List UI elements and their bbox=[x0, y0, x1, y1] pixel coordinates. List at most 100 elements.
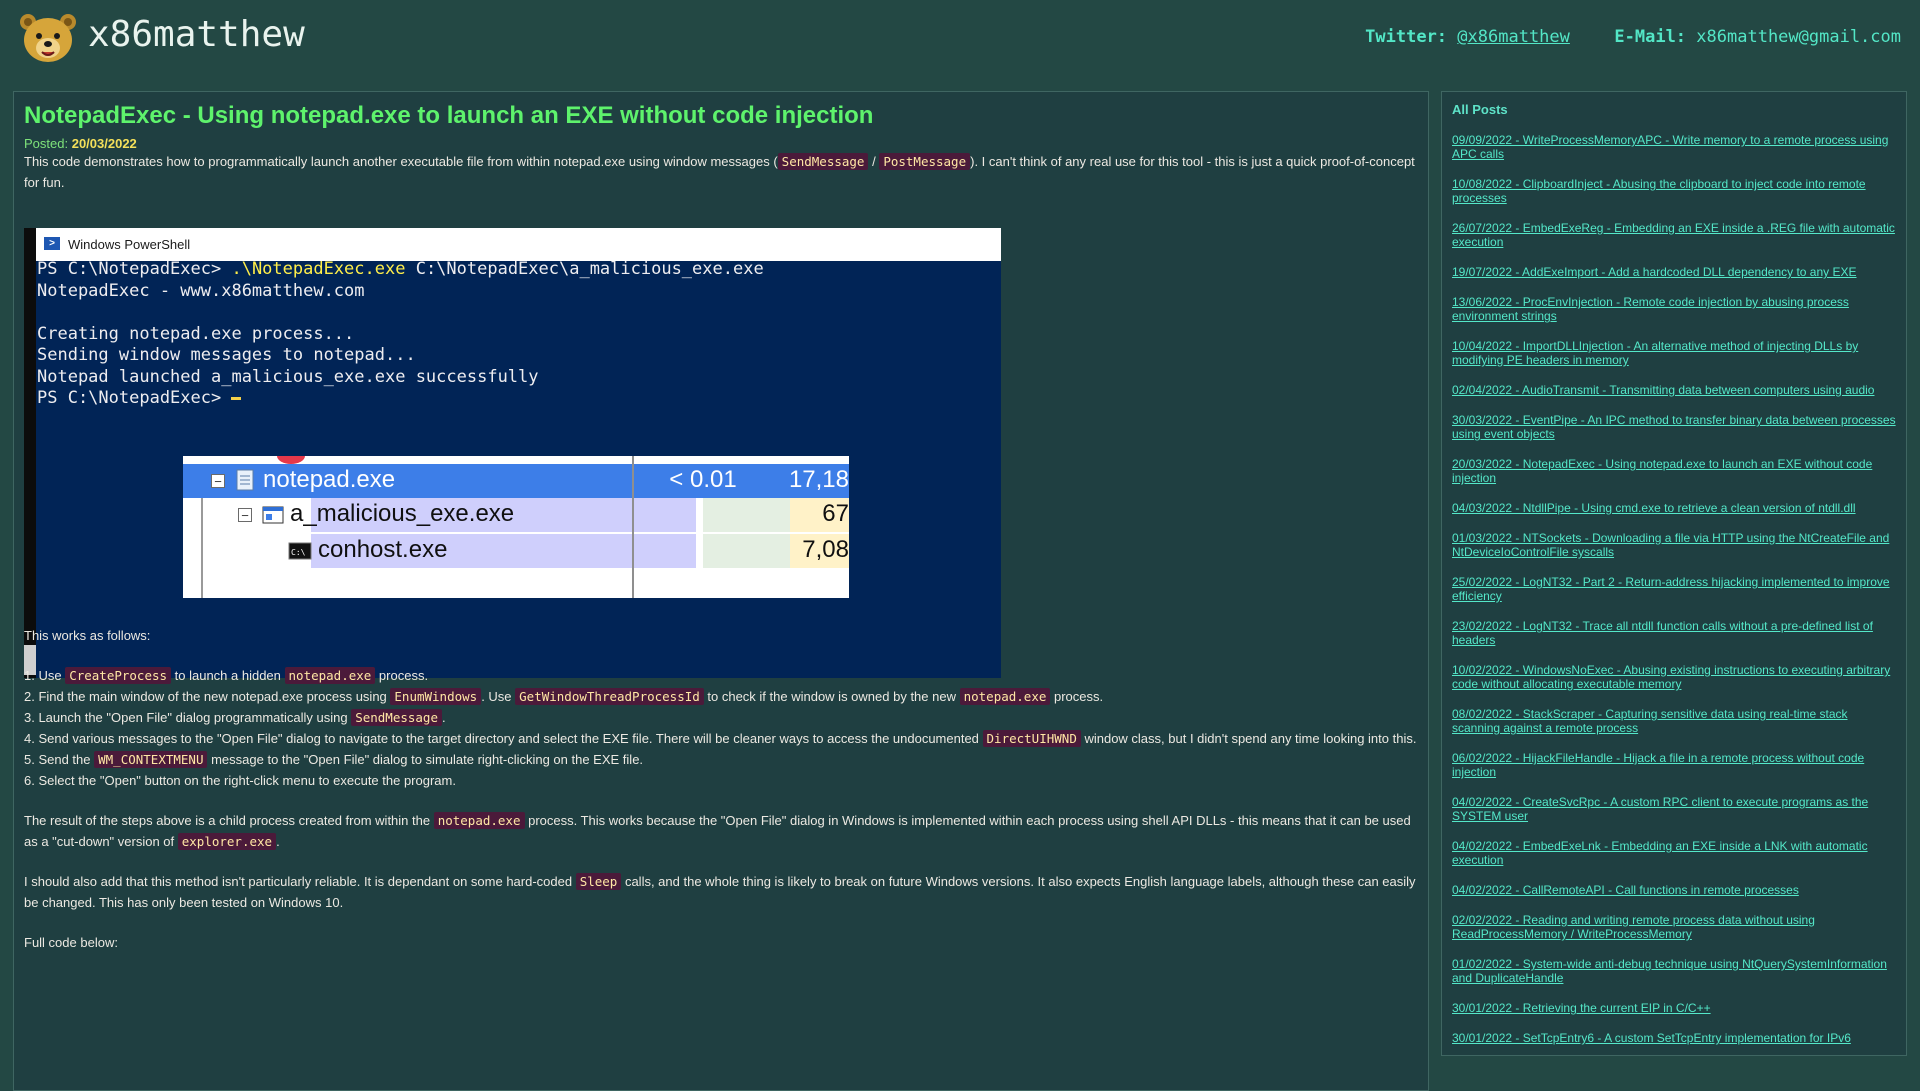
step-item: 1. Use CreateProcess to launch a hidden … bbox=[24, 665, 1419, 686]
post-list-item: 10/02/2022 - WindowsNoExec - Abusing exi… bbox=[1452, 663, 1898, 691]
text: 4. Send various messages to the "Open Fi… bbox=[24, 731, 983, 746]
inline-code: EnumWindows bbox=[390, 688, 482, 705]
text: . Use bbox=[481, 689, 516, 704]
process-mem: 7,08 bbox=[802, 536, 849, 563]
step-item: 4. Send various messages to the "Open Fi… bbox=[24, 728, 1419, 749]
post-list-item: 04/02/2022 - EmbedExeLnk - Embedding an … bbox=[1452, 839, 1898, 867]
cursor bbox=[231, 396, 242, 400]
inline-code: GetWindowThreadProcessId bbox=[515, 688, 704, 705]
post-link[interactable]: 01/02/2022 - System-wide anti-debug tech… bbox=[1452, 957, 1887, 985]
post-link[interactable]: 09/09/2022 - WriteProcessMemoryAPC - Wri… bbox=[1452, 133, 1888, 161]
process-name: conhost.exe bbox=[318, 536, 448, 563]
post-list-item: 10/04/2022 - ImportDLLInjection - An alt… bbox=[1452, 339, 1898, 367]
works-as-follows: This works as follows: bbox=[24, 628, 151, 643]
full-code-label: Full code below: bbox=[24, 935, 118, 950]
post-link[interactable]: 10/02/2022 - WindowsNoExec - Abusing exi… bbox=[1452, 663, 1890, 691]
post-link[interactable]: 30/03/2022 - EventPipe - An IPC method t… bbox=[1452, 413, 1896, 441]
result-paragraph: The result of the steps above is a child… bbox=[24, 810, 1419, 852]
process-name: notepad.exe bbox=[263, 466, 396, 493]
text: 3. Launch the "Open File" dialog program… bbox=[24, 710, 352, 725]
post-link[interactable]: 30/01/2022 - SetTcpEntry6 - A custom Set… bbox=[1452, 1031, 1851, 1045]
post-link[interactable]: 13/06/2022 - ProcEnvInjection - Remote c… bbox=[1452, 295, 1849, 323]
text: The result of the steps above is a child… bbox=[24, 813, 434, 828]
post-list-item: 08/02/2022 - StackScraper - Capturing se… bbox=[1452, 707, 1898, 735]
post-link[interactable]: 30/01/2022 - Retrieving the current EIP … bbox=[1452, 1001, 1711, 1015]
site-title-link[interactable]: x86matthew bbox=[88, 14, 305, 55]
console-line: NotepadExec - www.x86matthew.com bbox=[37, 280, 365, 301]
post-link[interactable]: 10/08/2022 - ClipboardInject - Abusing t… bbox=[1452, 177, 1866, 205]
text: process. bbox=[375, 668, 429, 683]
process-name: a_malicious_exe.exe bbox=[290, 500, 515, 527]
post-title: NotepadExec - Using notepad.exe to launc… bbox=[24, 102, 874, 129]
step-item: 3. Launch the "Open File" dialog program… bbox=[24, 707, 1419, 728]
red-marker bbox=[277, 456, 305, 464]
powershell-icon: > bbox=[44, 237, 60, 250]
text: process. bbox=[1050, 689, 1104, 704]
post-link[interactable]: 02/04/2022 - AudioTransmit - Transmittin… bbox=[1452, 383, 1874, 397]
post-list-item: 30/01/2022 - Retrieving the current EIP … bbox=[1452, 1001, 1898, 1015]
post-link[interactable]: 19/07/2022 - AddExeImport - Add a hardco… bbox=[1452, 265, 1857, 279]
text: to check if the window is owned by the n… bbox=[703, 689, 960, 704]
post-link[interactable]: 10/04/2022 - ImportDLLInjection - An alt… bbox=[1452, 339, 1858, 367]
process-row: − a_malicious_exe.exe 67 bbox=[183, 498, 849, 532]
process-tree: − notepad.exe < 0.01 17,18 − a_malicious… bbox=[183, 456, 849, 598]
post-list: 09/09/2022 - WriteProcessMemoryAPC - Wri… bbox=[1452, 133, 1898, 1061]
inline-code: explorer.exe bbox=[177, 833, 277, 850]
post-link[interactable]: 04/02/2022 - CreateSvcRpc - A custom RPC… bbox=[1452, 795, 1868, 823]
post-list-item: 30/03/2022 - EventPipe - An IPC method t… bbox=[1452, 413, 1898, 441]
text: 6. Select the "Open" button on the right… bbox=[24, 773, 456, 788]
notepad-icon bbox=[236, 469, 254, 491]
post-list-item: 25/02/2022 - LogNT32 - Part 2 - Return-a… bbox=[1452, 575, 1898, 603]
posted-date: Posted: 20/03/2022 bbox=[24, 136, 137, 151]
posted-date-value: 20/03/2022 bbox=[71, 136, 137, 151]
post-list-item: 26/07/2022 - EmbedExeReg - Embedding an … bbox=[1452, 221, 1898, 249]
command-arg: C:\NotepadExec\a_malicious_exe.exe bbox=[405, 259, 764, 279]
post-list-item: 04/02/2022 - CreateSvcRpc - A custom RPC… bbox=[1452, 795, 1898, 823]
post-link[interactable]: 26/07/2022 - EmbedExeReg - Embedding an … bbox=[1452, 221, 1895, 249]
process-row: − notepad.exe < 0.01 17,18 bbox=[183, 464, 849, 498]
post-list-item: 06/02/2022 - HijackFileHandle - Hijack a… bbox=[1452, 751, 1898, 779]
inline-code: DirectUIHWND bbox=[982, 730, 1081, 747]
email-address: x86matthew@gmail.com bbox=[1696, 27, 1901, 47]
prompt: PS C:\NotepadExec> bbox=[37, 259, 232, 279]
inline-code: notepad.exe bbox=[284, 667, 376, 684]
post-link[interactable]: 23/02/2022 - LogNT32 - Trace all ntdll f… bbox=[1452, 619, 1873, 647]
post-link[interactable]: 25/02/2022 - LogNT32 - Part 2 - Return-a… bbox=[1452, 575, 1890, 603]
post-list-item: 04/03/2022 - NtdllPipe - Using cmd.exe t… bbox=[1452, 501, 1898, 515]
svg-text:C:\: C:\ bbox=[291, 548, 306, 557]
post-list-item: 01/02/2022 - System-wide anti-debug tech… bbox=[1452, 957, 1898, 985]
post-link[interactable]: 20/03/2022 - NotepadExec - Using notepad… bbox=[1452, 457, 1872, 485]
post-link[interactable]: 02/02/2022 - Reading and writing remote … bbox=[1452, 913, 1815, 941]
process-cpu: < 0.01 bbox=[669, 466, 737, 493]
console-line: Creating notepad.exe process... bbox=[37, 323, 355, 344]
inline-code: SendMessage bbox=[777, 153, 869, 170]
inline-code: WM_CONTEXTMENU bbox=[94, 751, 208, 768]
sidebar-title: All Posts bbox=[1452, 102, 1508, 117]
post-list-item: 13/06/2022 - ProcEnvInjection - Remote c… bbox=[1452, 295, 1898, 323]
step-item: 5. Send the WM_CONTEXTMENU message to th… bbox=[24, 749, 1419, 770]
text: to launch a hidden bbox=[171, 668, 285, 683]
twitter-link[interactable]: @x86matthew bbox=[1457, 27, 1570, 47]
post-link[interactable]: 04/02/2022 - EmbedExeLnk - Embedding an … bbox=[1452, 839, 1868, 867]
post-link[interactable]: 06/02/2022 - HijackFileHandle - Hijack a… bbox=[1452, 751, 1864, 779]
step-item: 2. Find the main window of the new notep… bbox=[24, 686, 1419, 707]
posted-label: Posted: bbox=[24, 136, 69, 151]
post-link[interactable]: 08/02/2022 - StackScraper - Capturing se… bbox=[1452, 707, 1848, 735]
inline-code: PostMessage bbox=[879, 153, 971, 170]
inline-code: Sleep bbox=[575, 873, 622, 890]
all-posts-sidebar: All Posts 09/09/2022 - WriteProcessMemor… bbox=[1441, 91, 1907, 1056]
post-link[interactable]: 04/02/2022 - CallRemoteAPI - Call functi… bbox=[1452, 883, 1799, 897]
site-header: x86matthew Twitter: @x86matthew E-Mail: … bbox=[0, 0, 1920, 88]
text: . bbox=[276, 834, 280, 849]
process-mem: 17,18 bbox=[788, 466, 849, 493]
explanation: This works as follows: 1. Use CreateProc… bbox=[24, 625, 1419, 953]
console-line: Notepad launched a_malicious_exe.exe suc… bbox=[37, 366, 539, 387]
post-link[interactable]: 01/03/2022 - NTSockets - Downloading a f… bbox=[1452, 531, 1889, 559]
post-link[interactable]: 04/03/2022 - NtdllPipe - Using cmd.exe t… bbox=[1452, 501, 1856, 515]
email-label: E-Mail: bbox=[1614, 27, 1687, 47]
post-list-item: 23/02/2022 - LogNT32 - Trace all ntdll f… bbox=[1452, 619, 1898, 647]
console-icon: C:\ bbox=[288, 542, 312, 560]
reliability-paragraph: I should also add that this method isn't… bbox=[24, 871, 1419, 913]
bear-logo-icon[interactable] bbox=[18, 12, 78, 64]
window-title: Windows PowerShell bbox=[68, 237, 191, 252]
